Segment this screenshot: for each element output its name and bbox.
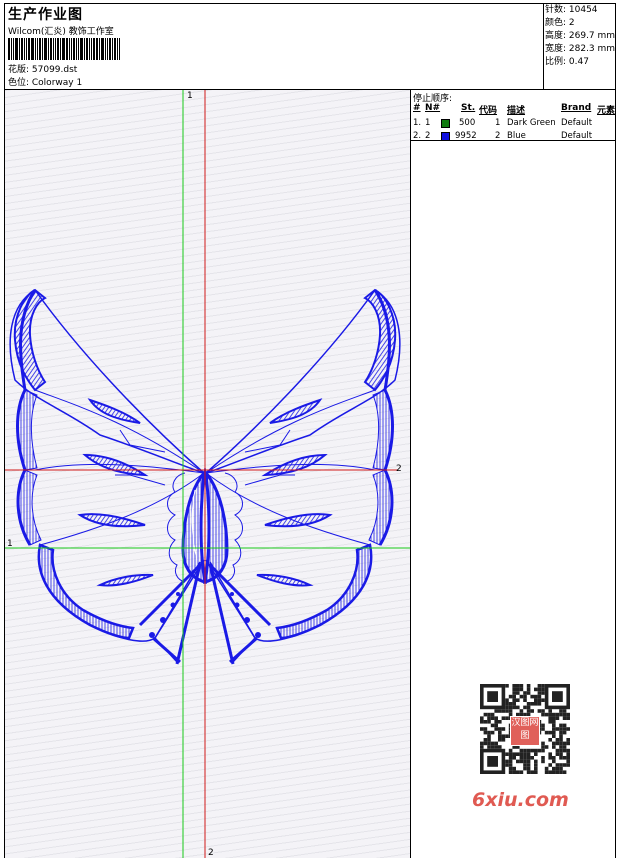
colorway: 色位: Colorway 1 bbox=[8, 78, 83, 88]
qr-seal: 汉图网图 bbox=[510, 716, 540, 746]
color-count: 颜色: 2 bbox=[545, 18, 575, 28]
left-wing bbox=[9, 288, 205, 665]
design-file: 花版: 57099.dst bbox=[8, 65, 78, 75]
col-num: # bbox=[413, 103, 421, 113]
row-desc: Dark Green bbox=[507, 118, 556, 128]
color-swatch bbox=[441, 119, 450, 128]
butterfly-design bbox=[5, 90, 410, 858]
col-code: 代码 bbox=[479, 106, 498, 116]
green-axis-top-label: 1 bbox=[187, 91, 193, 101]
qr-code: 汉图网图 bbox=[466, 680, 584, 776]
row-n: 1 bbox=[425, 118, 431, 128]
red-axis-bottom-label: 2 bbox=[208, 848, 214, 858]
col-st: St. bbox=[461, 103, 476, 113]
watermark-logo: 6xiu.com bbox=[472, 789, 569, 811]
sheet-subtitle: Wilcom(汇炎) 教饰工作室 bbox=[8, 27, 114, 37]
row-st: 500 bbox=[459, 118, 476, 128]
row-code: 1 bbox=[495, 118, 501, 128]
col-n: N# bbox=[425, 103, 441, 113]
table-row: 1. 1 500 1 Dark Green Default bbox=[411, 118, 615, 130]
panel-divider bbox=[411, 140, 615, 141]
right-wing bbox=[205, 288, 401, 665]
design-height: 高度: 269.7 mm bbox=[545, 31, 616, 41]
sheet-title: 生产作业图 bbox=[8, 7, 83, 23]
col-desc: 描述 bbox=[507, 106, 526, 116]
row-num: 1. bbox=[413, 118, 422, 128]
design-canvas: 1 1 2 2 bbox=[5, 90, 411, 858]
table-row: 2. 2 9952 2 Blue Default bbox=[411, 131, 615, 143]
row-brand: Default bbox=[561, 118, 593, 128]
green-axis-left-label: 1 bbox=[7, 539, 13, 549]
scale-ratio: 比例: 0.47 bbox=[545, 57, 589, 67]
header-info: 生产作业图 Wilcom(汇炎) 教饰工作室 花版: 57099.dst 色位:… bbox=[5, 4, 544, 89]
col-brand: Brand bbox=[561, 103, 592, 113]
barcode bbox=[8, 38, 124, 60]
col-element: 元素 bbox=[597, 106, 616, 116]
design-width: 宽度: 282.3 mm bbox=[545, 44, 616, 54]
stitch-count: 针数: 10454 bbox=[545, 5, 598, 15]
red-axis-right-label: 2 bbox=[396, 464, 402, 474]
stats-box: 针数: 10454 颜色: 2 高度: 269.7 mm 宽度: 282.3 m… bbox=[543, 4, 615, 89]
